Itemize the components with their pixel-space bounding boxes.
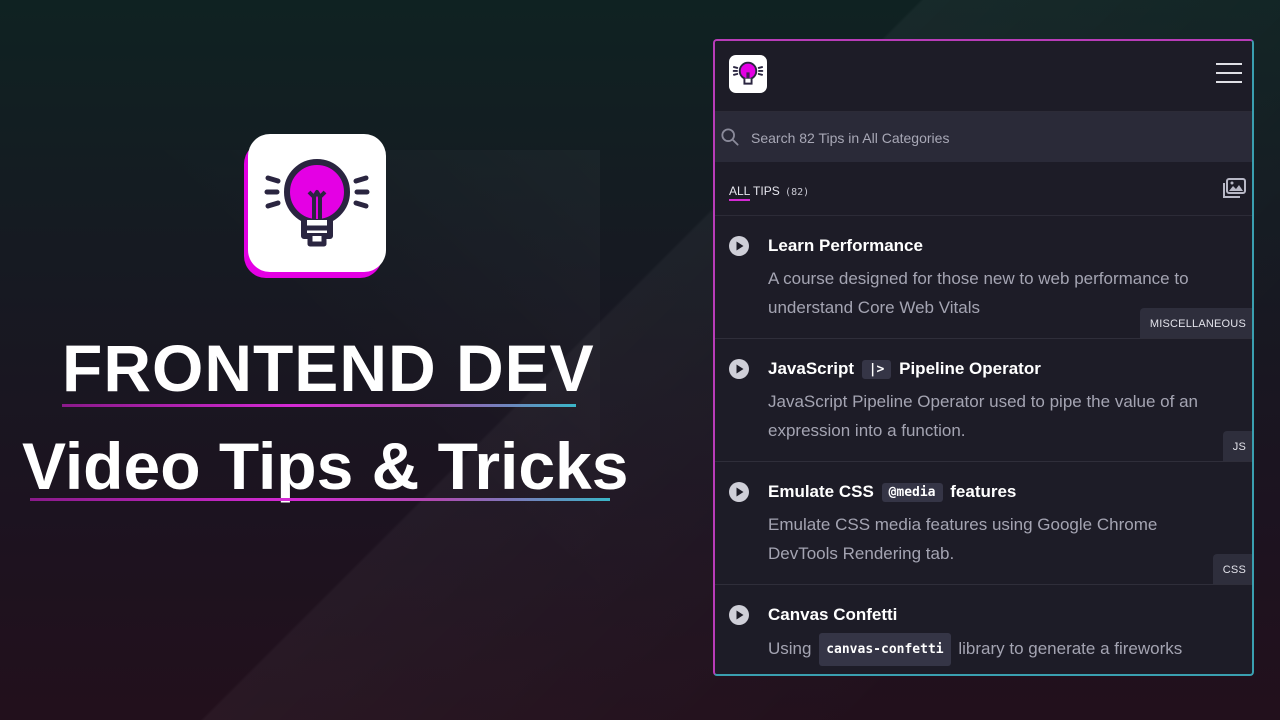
tips-app-panel: ALL TIPS (82) Learn Performance A course… xyxy=(713,39,1254,676)
panel-header xyxy=(715,41,1252,112)
play-icon[interactable] xyxy=(729,482,749,502)
tip-description: JavaScript Pipeline Operator used to pip… xyxy=(768,392,1198,440)
hero-subtitle-underline xyxy=(30,498,610,501)
tip-title-text: JavaScript xyxy=(768,359,854,378)
tip-title-text: features xyxy=(950,482,1017,501)
category-badge[interactable]: JS xyxy=(1222,431,1252,461)
all-tips-filter[interactable]: ALL TIPS (82) xyxy=(729,184,810,201)
category-badge[interactable]: CSS xyxy=(1212,554,1252,584)
hero-logo xyxy=(244,134,388,278)
tip-description: Emulate CSS media features using Google … xyxy=(768,515,1158,563)
filter-all-label: ALL xyxy=(729,184,750,201)
tip-list: Learn Performance A course designed for … xyxy=(715,216,1252,674)
tip-item[interactable]: Learn Performance A course designed for … xyxy=(715,216,1252,339)
filter-tips-label: TIPS xyxy=(753,184,780,198)
search-input[interactable] xyxy=(749,125,1233,151)
lightbulb-icon xyxy=(248,134,386,272)
filter-count: (82) xyxy=(785,187,810,198)
app-logo-icon[interactable] xyxy=(729,55,767,93)
tip-item[interactable]: JavaScript |> Pipeline Operator JavaScri… xyxy=(715,339,1252,462)
hamburger-menu-icon[interactable] xyxy=(1216,63,1242,85)
tip-description: Using canvas-confetti library to generat… xyxy=(768,633,1228,674)
play-icon[interactable] xyxy=(729,605,749,625)
play-icon[interactable] xyxy=(729,359,749,379)
tip-title[interactable]: Emulate CSS @media features xyxy=(768,482,1016,502)
tip-title-code: |> xyxy=(861,360,892,379)
hero-subtitle: Video Tips & Tricks xyxy=(22,429,629,503)
tip-title[interactable]: Canvas Confetti xyxy=(768,605,897,625)
tip-title[interactable]: Learn Performance xyxy=(768,236,923,256)
tip-title[interactable]: JavaScript |> Pipeline Operator xyxy=(768,359,1041,379)
category-badge[interactable]: MISCELLANEOUS xyxy=(1139,308,1252,338)
filter-row: ALL TIPS (82) xyxy=(715,162,1252,216)
search-bar xyxy=(715,112,1252,162)
tip-title-text: Emulate CSS xyxy=(768,482,874,501)
gallery-view-icon[interactable] xyxy=(1222,178,1246,198)
tip-title-code: @media xyxy=(881,483,943,502)
search-icon xyxy=(721,128,739,146)
tip-desc-code: canvas-confetti xyxy=(819,633,951,666)
hero-title: FRONTEND DEV xyxy=(62,331,595,405)
play-icon[interactable] xyxy=(729,236,749,256)
hero-title-underline xyxy=(62,404,576,407)
tip-item[interactable]: Emulate CSS @media features Emulate CSS … xyxy=(715,462,1252,585)
tip-desc-text: Using xyxy=(768,639,812,658)
tip-item[interactable]: Canvas Confetti Using canvas-confetti li… xyxy=(715,585,1252,674)
tip-title-text: Pipeline Operator xyxy=(899,359,1041,378)
